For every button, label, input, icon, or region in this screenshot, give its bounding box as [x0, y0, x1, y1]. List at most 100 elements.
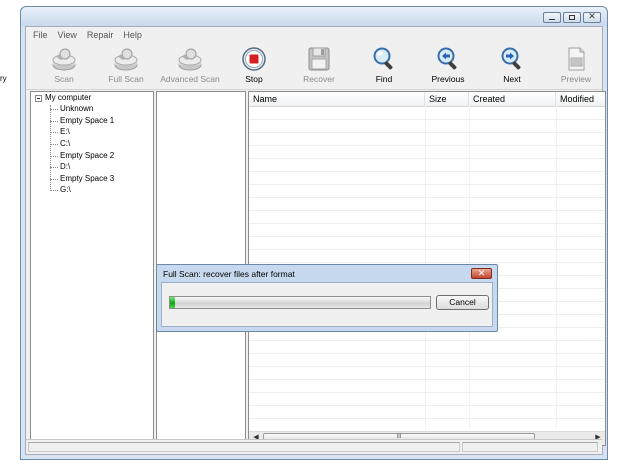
recover-label: Recover	[303, 74, 335, 84]
menu-view[interactable]: View	[53, 30, 82, 40]
scan-progress-dialog: Full Scan: recover files after format ✕ …	[156, 264, 498, 332]
previous-button[interactable]: Previous	[418, 45, 478, 89]
next-label: Next	[503, 74, 521, 84]
find-label: Find	[375, 74, 393, 84]
grid-column-line	[556, 106, 557, 429]
list-header: Name Size Created Modified	[249, 92, 605, 107]
grid-row-line	[249, 158, 605, 159]
disk-scan-icon	[50, 46, 78, 72]
grid-row-line	[249, 210, 605, 211]
full-scan-button[interactable]: Full Scan	[96, 45, 156, 89]
tree-item-drive-g[interactable]: G:\	[60, 185, 71, 194]
disk-full-scan-icon	[112, 46, 140, 72]
grid-row-line	[249, 366, 605, 367]
grid-row-line	[249, 340, 605, 341]
stop-icon	[240, 46, 268, 72]
grid-row-line	[249, 353, 605, 354]
close-button[interactable]: ✕	[583, 11, 601, 23]
tree-item-drive-c[interactable]: C:\	[60, 139, 70, 148]
tree-connector	[50, 109, 58, 110]
tree-collapse-toggle[interactable]	[35, 95, 42, 102]
advanced-scan-label: Advanced Scan	[160, 74, 220, 84]
grid-row-line	[249, 184, 605, 185]
column-name[interactable]: Name	[249, 92, 425, 106]
disk-advanced-scan-icon	[176, 46, 204, 72]
column-modified[interactable]: Modified	[556, 92, 605, 106]
magnifier-left-arrow-icon	[434, 46, 462, 72]
grid-row-line	[249, 418, 605, 419]
menu-file[interactable]: File	[28, 30, 53, 40]
column-size[interactable]: Size	[425, 92, 469, 106]
tree-connector	[50, 167, 58, 168]
close-icon: ✕	[477, 268, 486, 278]
minimize-icon	[549, 19, 555, 20]
grid-row-line	[249, 145, 605, 146]
close-icon: ✕	[588, 11, 596, 21]
grid-row-line	[249, 392, 605, 393]
recover-button[interactable]: Recover	[289, 45, 349, 89]
progress-fill	[170, 297, 175, 308]
dialog-close-button[interactable]: ✕	[471, 268, 492, 279]
menu-help[interactable]: Help	[118, 30, 147, 40]
tree-root-my-computer[interactable]: My computer	[45, 93, 91, 102]
grid-row-line	[249, 249, 605, 250]
grid-row-line	[249, 119, 605, 120]
status-panel-right	[462, 442, 598, 452]
grid-row-line	[249, 379, 605, 380]
magnifier-right-arrow-icon	[498, 46, 526, 72]
menu-bar: File View Repair Help	[26, 27, 602, 43]
stop-label: Stop	[245, 74, 263, 84]
maximize-icon	[569, 15, 575, 20]
grid-row-line	[249, 132, 605, 133]
menu-repair[interactable]: Repair	[82, 30, 119, 40]
find-button[interactable]: Find	[354, 45, 414, 89]
dialog-body: Cancel	[161, 282, 493, 327]
scan-label: Scan	[54, 74, 74, 84]
tree-item-drive-e[interactable]: E:\	[60, 127, 70, 136]
caption-buttons: ✕	[543, 11, 601, 23]
preview-label: Preview	[560, 74, 592, 84]
tree-connector	[50, 179, 58, 180]
tree-item-empty-space-1[interactable]: Empty Space 1	[60, 116, 114, 125]
status-bar	[26, 439, 602, 454]
previous-label: Previous	[431, 74, 465, 84]
minimize-button[interactable]	[543, 12, 561, 23]
tree-connector	[50, 156, 58, 157]
tree-item-drive-d[interactable]: D:\	[60, 162, 70, 171]
tree-item-empty-space-3[interactable]: Empty Space 3	[60, 174, 114, 183]
background-clipped-text: ry	[0, 74, 7, 83]
magnifier-icon	[370, 46, 398, 72]
title-bar: ✕	[21, 7, 607, 26]
tree-connector	[50, 121, 58, 122]
tree-guide-line	[50, 105, 51, 189]
cancel-button[interactable]: Cancel	[436, 295, 489, 310]
maximize-button[interactable]	[563, 12, 581, 23]
scan-button[interactable]: Scan	[34, 45, 94, 89]
tree-item-empty-space-2[interactable]: Empty Space 2	[60, 151, 114, 160]
full-scan-label: Full Scan	[108, 74, 144, 84]
tree-connector	[50, 144, 58, 145]
floppy-save-icon	[305, 46, 333, 72]
stop-button[interactable]: Stop	[224, 45, 284, 89]
grid-row-line	[249, 223, 605, 224]
grid-row-line	[249, 197, 605, 198]
status-panel-left	[28, 442, 460, 452]
column-created[interactable]: Created	[469, 92, 556, 106]
scan-progress-bar	[169, 296, 431, 309]
next-button[interactable]: Next	[482, 45, 542, 89]
preview-button[interactable]: Preview	[546, 45, 606, 89]
drive-tree: My computer Unknown Empty Space 1 E:\ C:…	[30, 91, 154, 446]
grid-row-line	[249, 171, 605, 172]
advanced-scan-button[interactable]: Advanced Scan	[160, 45, 220, 89]
app-window: ✕ File View Repair Help Scan Full Scan A…	[20, 6, 608, 460]
grid-row-line	[249, 262, 605, 263]
grid-row-line	[249, 236, 605, 237]
tree-connector	[50, 132, 58, 133]
toolbar: Scan Full Scan Advanced Scan Stop Recove…	[26, 43, 602, 90]
tree-connector	[50, 190, 58, 191]
preview-document-icon	[562, 46, 590, 72]
grid-row-line	[249, 405, 605, 406]
dialog-title: Full Scan: recover files after format	[163, 269, 295, 279]
tree-item-unknown[interactable]: Unknown	[60, 104, 93, 113]
client-area: File View Repair Help Scan Full Scan Adv…	[25, 26, 606, 455]
